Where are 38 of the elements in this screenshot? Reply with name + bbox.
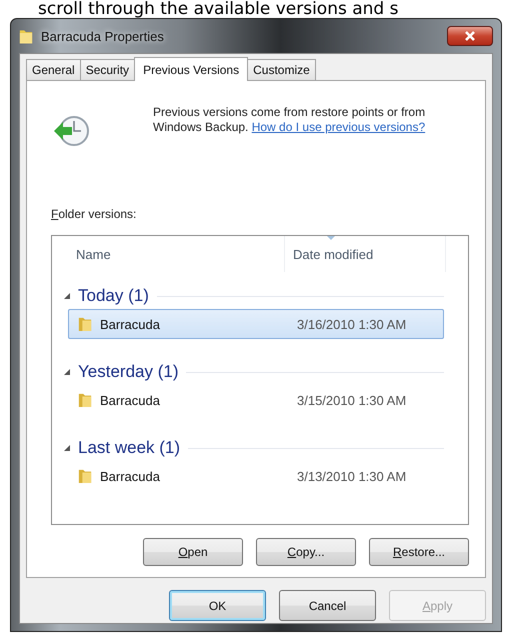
group-title: Last week (1) [78, 438, 180, 458]
expand-icon[interactable] [64, 293, 70, 299]
tab[interactable]: General [26, 59, 81, 80]
version-date: 3/15/2010 1:30 AM [297, 392, 406, 408]
dialog-button[interactable]: Cancel [279, 590, 376, 621]
action-button[interactable]: Copy... [256, 538, 356, 566]
folder-icon [78, 315, 92, 333]
version-date: 3/13/2010 1:30 AM [297, 468, 406, 484]
version-row[interactable]: Barracuda 3/16/2010 1:30 AM [68, 309, 444, 339]
version-name: Barracuda [100, 316, 161, 332]
tab[interactable]: Customize [247, 59, 316, 80]
group-title: Yesterday (1) [78, 362, 178, 382]
close-button[interactable] [447, 26, 493, 46]
action-button[interactable]: Open [143, 538, 243, 566]
column-header[interactable]: Name [60, 236, 285, 272]
folder-icon [19, 28, 33, 44]
version-name: Barracuda [100, 392, 161, 408]
list-label: Folder versions: [51, 207, 138, 221]
version-row[interactable]: Barracuda 3/15/2010 1:30 AM [68, 385, 444, 415]
expand-icon[interactable] [64, 445, 70, 451]
page-text: scroll through the available versions and s [38, 0, 398, 18]
column-header[interactable]: Date modified [285, 236, 446, 272]
close-icon [464, 30, 476, 42]
expand-icon[interactable] [64, 369, 70, 375]
sort-icon [327, 236, 335, 240]
window-title: Barracuda Properties [41, 28, 164, 44]
help-link[interactable]: How do I use previous versions? [252, 120, 426, 134]
dialog-button[interactable]: OK [169, 590, 266, 621]
action-button[interactable]: Restore... [369, 538, 469, 566]
tab[interactable]: Previous Versions [134, 57, 248, 81]
version-date: 3/16/2010 1:30 AM [297, 316, 406, 332]
group-title: Today (1) [78, 286, 149, 306]
tab[interactable]: Security [80, 59, 136, 80]
folder-icon [78, 391, 92, 409]
version-name: Barracuda [100, 468, 161, 484]
folder-icon [78, 467, 92, 485]
info-text: Previous versions come from restore points or from Windows Backup. How do I use previous versions? [153, 105, 426, 135]
version-row[interactable]: Barracuda 3/13/2010 1:30 AM [68, 461, 444, 491]
